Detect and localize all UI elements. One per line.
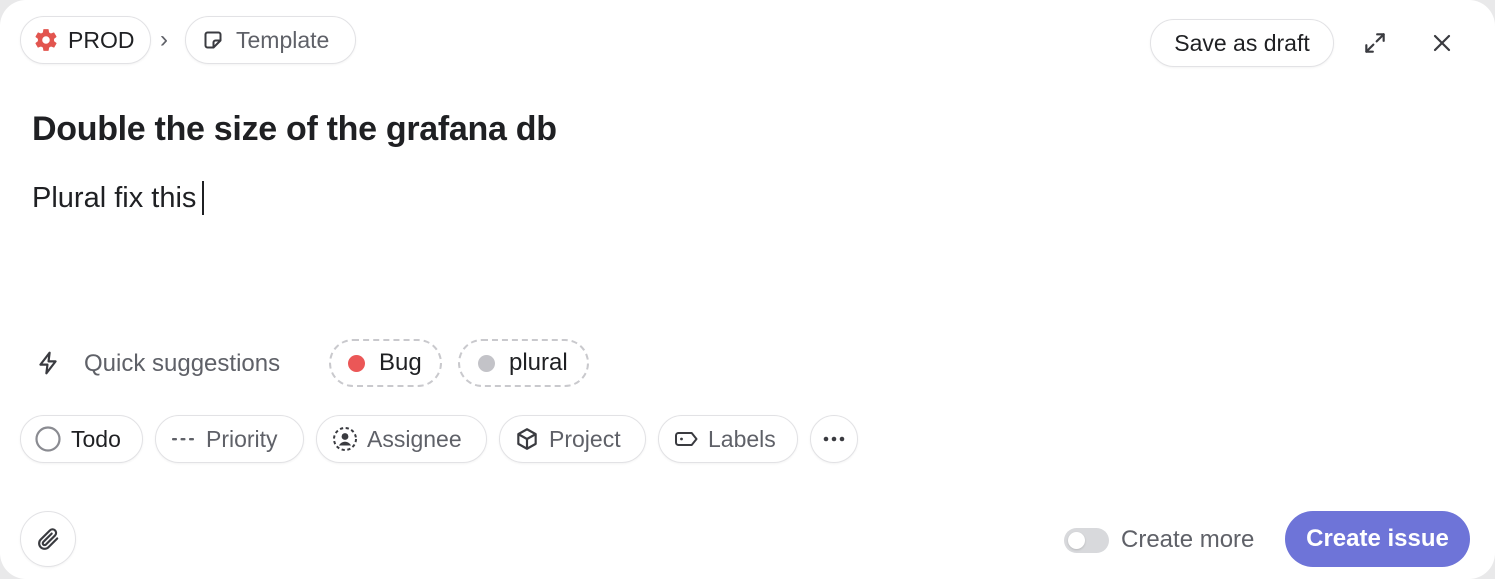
- save-as-draft-button[interactable]: Save as draft: [1150, 19, 1334, 67]
- suggestion-plural[interactable]: plural: [458, 339, 589, 387]
- label-color-dot: [478, 354, 495, 372]
- labels-selector[interactable]: Labels: [658, 415, 798, 463]
- more-icon: [823, 436, 845, 442]
- circle-icon: [34, 425, 62, 453]
- sticky-note-icon: [200, 27, 226, 53]
- lightning-icon: [34, 349, 62, 377]
- tag-icon: [672, 425, 700, 453]
- issue-description-text: Plural fix this: [32, 181, 197, 214]
- dashes-icon: [170, 426, 196, 452]
- status-label: Todo: [71, 425, 121, 452]
- suggestion-label: plural: [509, 349, 568, 376]
- close-icon: [1433, 34, 1451, 52]
- team-label: PROD: [68, 26, 135, 53]
- issue-title-input[interactable]: Double the size of the grafana db: [32, 110, 557, 149]
- close-button[interactable]: [1425, 26, 1459, 60]
- more-options-button[interactable]: [810, 415, 858, 463]
- label-color-dot: [348, 354, 365, 372]
- create-more-label: Create more: [1121, 526, 1255, 553]
- quick-suggestions-label: Quick suggestions: [84, 350, 281, 377]
- labels-label: Labels: [708, 425, 776, 452]
- suggestion-bug[interactable]: Bug: [329, 339, 442, 387]
- priority-selector[interactable]: Priority: [155, 415, 304, 463]
- gear-icon: [33, 27, 59, 53]
- create-issue-label: Create issue: [1306, 525, 1449, 552]
- toggle-knob: [1068, 532, 1085, 549]
- create-issue-button[interactable]: Create issue: [1285, 511, 1470, 567]
- create-more-toggle[interactable]: [1064, 528, 1109, 553]
- suggestion-label: Bug: [379, 349, 422, 376]
- template-selector[interactable]: Template: [185, 16, 356, 64]
- user-circle-icon: [331, 425, 359, 453]
- issue-description-editor[interactable]: Plural fix this: [32, 181, 205, 215]
- priority-label: Priority: [206, 425, 278, 452]
- breadcrumb-separator: ›: [160, 26, 168, 53]
- status-selector[interactable]: Todo: [20, 415, 143, 463]
- team-selector[interactable]: PROD: [20, 16, 151, 64]
- cube-icon: [514, 426, 540, 452]
- assignee-label: Assignee: [367, 425, 462, 452]
- paperclip-icon: [38, 528, 59, 550]
- text-caret: [202, 181, 205, 215]
- expand-icon: [1365, 33, 1385, 53]
- save-as-draft-label: Save as draft: [1174, 29, 1310, 56]
- expand-button[interactable]: [1358, 26, 1392, 60]
- new-issue-modal: PROD › Template Save as draft Double the…: [0, 0, 1495, 579]
- project-label: Project: [549, 425, 621, 452]
- attach-file-button[interactable]: [20, 511, 76, 567]
- project-selector[interactable]: Project: [499, 415, 646, 463]
- template-label: Template: [236, 26, 330, 53]
- assignee-selector[interactable]: Assignee: [316, 415, 487, 463]
